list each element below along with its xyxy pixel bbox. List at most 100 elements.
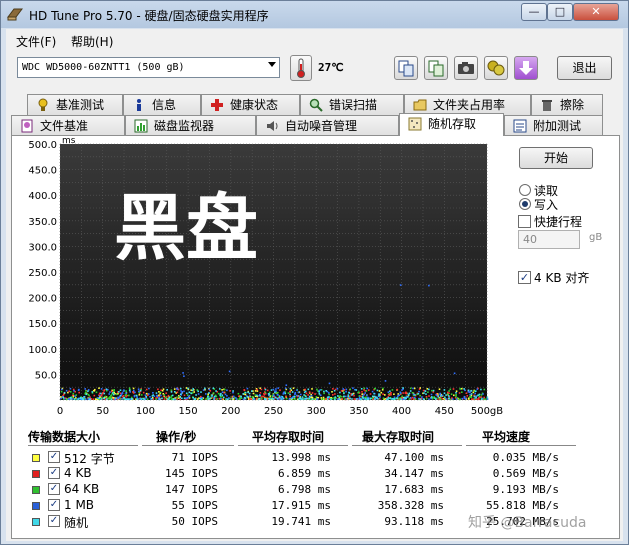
- align-4kb-checkbox[interactable]: ✓: [518, 271, 531, 284]
- data-point: [271, 397, 273, 400]
- data-point: [243, 389, 245, 391]
- data-point: [305, 398, 307, 400]
- data-point: [474, 392, 476, 395]
- data-point: [96, 397, 99, 399]
- data-point: [366, 396, 369, 399]
- data-point: [251, 390, 253, 392]
- menu-help[interactable]: 帮助(H): [71, 33, 113, 50]
- data-point: [105, 388, 108, 390]
- data-point: [264, 398, 267, 400]
- transfer-size-cell: 4 KB: [64, 466, 92, 480]
- series-visible-checkbox[interactable]: ✓: [48, 483, 60, 495]
- title-bar[interactable]: HD Tune Pro 5.70 - 硬盘/固态硬盘实用程序 — □ ✕: [1, 1, 628, 28]
- data-point: [480, 398, 483, 401]
- tab-erase[interactable]: 擦除: [531, 94, 603, 115]
- data-point: [228, 370, 231, 373]
- tab-label: 随机存取: [428, 117, 477, 131]
- menu-file[interactable]: 文件(F): [16, 33, 56, 50]
- data-point: [337, 395, 339, 397]
- minimize-button[interactable]: —: [521, 3, 547, 21]
- data-point: [200, 391, 202, 393]
- quick-stroke-unit: gB: [589, 232, 603, 243]
- series-visible-checkbox[interactable]: ✓: [48, 499, 60, 511]
- data-point: [244, 391, 247, 394]
- data-point: [136, 396, 138, 398]
- data-point: [471, 398, 473, 400]
- data-point: [360, 388, 363, 390]
- data-point: [173, 388, 176, 390]
- quick-stroke-input[interactable]: 40: [518, 230, 580, 249]
- tab-benchmark[interactable]: 基准测试: [27, 94, 123, 115]
- data-point: [256, 390, 259, 392]
- data-point: [470, 389, 473, 392]
- series-visible-checkbox[interactable]: ✓: [48, 467, 60, 479]
- health-button[interactable]: [484, 56, 508, 80]
- col-header-avg: 平均存取时间: [252, 430, 325, 444]
- data-point: [242, 398, 245, 401]
- data-point: [110, 394, 113, 396]
- data-point: [187, 387, 189, 390]
- data-point: [60, 390, 63, 393]
- data-point: [289, 387, 292, 390]
- watermark: 知乎 @Barracuda: [468, 515, 587, 531]
- data-point: [463, 388, 465, 390]
- temperature-button[interactable]: [290, 55, 312, 81]
- data-point: [421, 396, 423, 398]
- start-button[interactable]: 开始: [519, 147, 593, 169]
- tab-file-benchmark[interactable]: 文件基准: [11, 115, 125, 136]
- data-point: [89, 398, 91, 400]
- tab-random-access[interactable]: 随机存取: [399, 113, 504, 136]
- avg-speed-cell: 55.818 MB/s: [486, 499, 559, 512]
- quick-stroke-value: 40: [523, 233, 537, 246]
- data-point: [121, 392, 124, 394]
- data-point: [428, 388, 430, 391]
- drive-select[interactable]: WDC WD5000-60ZNTT1 (500 gB): [17, 57, 280, 78]
- data-point: [400, 398, 402, 400]
- data-point: [144, 394, 147, 396]
- data-point: [176, 398, 178, 400]
- max-access-cell: 17.683 ms: [384, 483, 444, 496]
- data-point: [307, 394, 309, 396]
- data-point: [358, 396, 361, 399]
- data-point: [339, 391, 341, 394]
- copy-info-button[interactable]: [394, 56, 418, 80]
- close-button[interactable]: ✕: [573, 3, 619, 21]
- tab-health[interactable]: 健康状态: [201, 94, 300, 115]
- data-point: [254, 390, 257, 392]
- noise-speaker-icon: [267, 121, 278, 131]
- tab-noise-management[interactable]: 自动噪音管理: [256, 115, 399, 136]
- data-point: [345, 398, 348, 400]
- data-point: [226, 389, 228, 392]
- tab-disk-monitor[interactable]: 磁盘监视器: [125, 115, 256, 136]
- tab-error-scan[interactable]: 错误扫描: [300, 94, 404, 115]
- data-point: [152, 392, 154, 394]
- quick-stroke-checkbox[interactable]: [518, 215, 531, 228]
- copy-all-button[interactable]: [424, 56, 448, 80]
- data-point: [408, 392, 411, 395]
- data-point: [426, 388, 429, 390]
- maximize-button[interactable]: □: [547, 3, 573, 21]
- data-point: [251, 396, 254, 398]
- data-point: [114, 392, 116, 395]
- data-point: [284, 392, 287, 395]
- data-point: [311, 392, 314, 394]
- tab-extra-tests[interactable]: 附加测试: [504, 115, 603, 136]
- data-point: [248, 395, 251, 398]
- data-point: [373, 392, 375, 395]
- data-point: [259, 398, 261, 400]
- data-point: [71, 398, 74, 400]
- tab-folder-usage[interactable]: 文件夹占用率: [404, 94, 531, 115]
- data-point: [455, 394, 457, 396]
- read-radio[interactable]: [519, 184, 531, 196]
- data-point: [160, 389, 162, 391]
- data-point: [200, 398, 203, 401]
- write-radio[interactable]: [519, 198, 531, 210]
- data-point: [282, 393, 285, 395]
- save-button[interactable]: [514, 56, 538, 80]
- data-point: [161, 397, 163, 400]
- screenshot-button[interactable]: [454, 56, 478, 80]
- series-visible-checkbox[interactable]: ✓: [48, 515, 60, 527]
- tab-info[interactable]: 信息: [123, 94, 201, 115]
- exit-button[interactable]: 退出: [557, 56, 612, 80]
- series-visible-checkbox[interactable]: ✓: [48, 451, 60, 463]
